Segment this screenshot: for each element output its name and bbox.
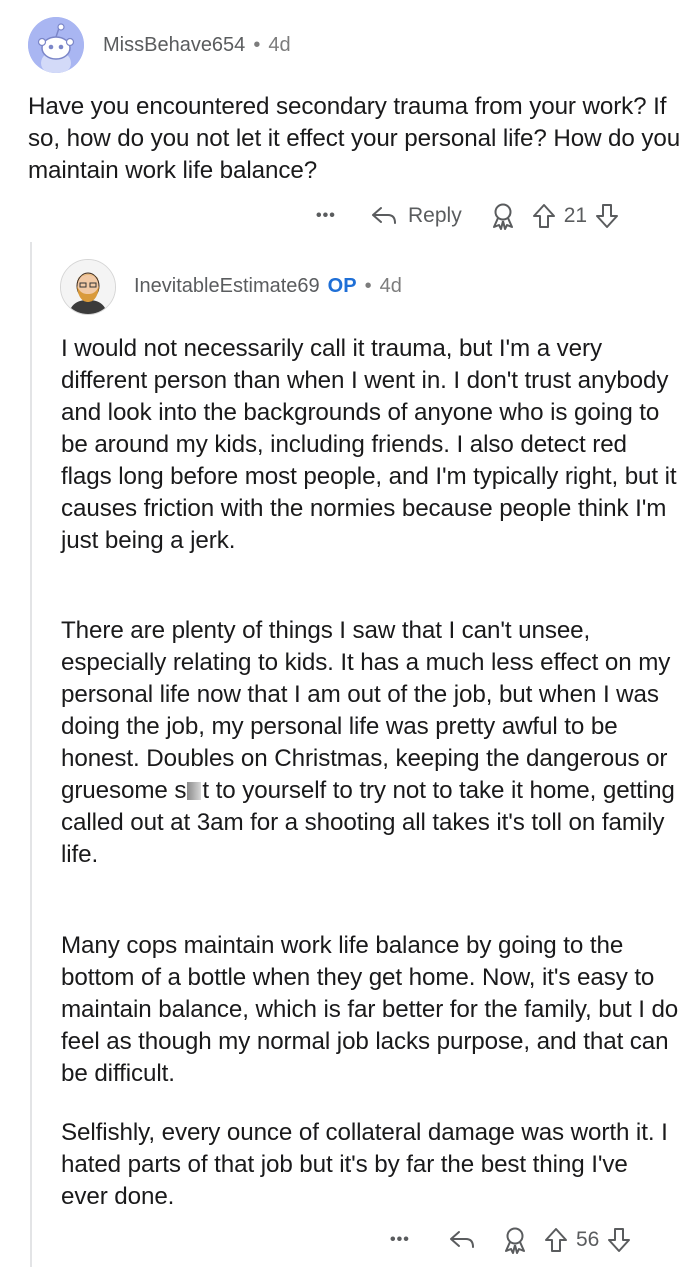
vote-score: 21 <box>563 204 588 227</box>
more-options-button[interactable]: ••• <box>390 1231 430 1249</box>
upvote-button[interactable] <box>532 203 556 229</box>
snoo-avatar-icon <box>28 17 84 73</box>
downvote-arrow-icon <box>608 1228 631 1252</box>
avatar[interactable] <box>28 17 84 73</box>
comment-actions: ••• Reply 21 <box>316 198 676 234</box>
reply-button[interactable] <box>448 1228 476 1252</box>
meta-separator: • <box>253 34 261 56</box>
avatar[interactable] <box>60 259 116 315</box>
reply-arrow-icon <box>372 207 396 224</box>
reply-actions: ••• 56 <box>390 1222 680 1258</box>
reply-label: Reply <box>408 204 462 227</box>
upvote-button[interactable] <box>544 1227 568 1253</box>
reply-paragraph-2: There are plenty of things I saw that I … <box>61 615 679 871</box>
award-button[interactable] <box>502 1226 528 1254</box>
award-icon <box>492 203 513 230</box>
comment-age: 4d <box>268 34 291 56</box>
downvote-arrow-icon <box>596 204 619 228</box>
censored-prefix: s <box>174 777 187 804</box>
award-button[interactable] <box>490 202 516 230</box>
reply-paragraph-3: Many cops maintain work life balance by … <box>61 932 685 1087</box>
censor-blur <box>187 782 202 800</box>
vote-score: 56 <box>576 1228 600 1251</box>
downvote-button[interactable] <box>595 203 619 229</box>
username[interactable]: MissBehave654 <box>103 34 245 57</box>
username[interactable]: InevitableEstimate69 <box>134 275 320 298</box>
censored-word: s <box>174 777 202 804</box>
upvote-arrow-icon <box>545 1228 567 1252</box>
thread-line[interactable] <box>30 242 32 1267</box>
op-badge: OP <box>327 275 357 297</box>
reply-meta: InevitableEstimate69 OP • 4d <box>134 275 402 298</box>
comment-meta: MissBehave654 • 4d <box>103 34 291 57</box>
downvote-button[interactable] <box>607 1227 631 1253</box>
upvote-arrow-icon <box>532 204 555 228</box>
meta-separator: • <box>364 275 372 297</box>
reply-paragraph-4: Selfishly, every ounce of collateral dam… <box>61 1119 675 1210</box>
reply-button[interactable]: Reply <box>370 204 462 228</box>
user-avatar-icon <box>61 260 115 314</box>
comment-body: Have you encountered secondary trauma fr… <box>28 93 687 184</box>
reply-paragraph-2-text: There are plenty of things I saw that I … <box>61 617 677 804</box>
comment-age: 4d <box>379 275 402 297</box>
award-icon <box>505 1227 525 1254</box>
more-options-button[interactable]: ••• <box>316 207 356 225</box>
reply-arrow-icon <box>450 1231 474 1248</box>
reply-paragraph-1: I would not necessarily call it trauma, … <box>61 335 684 554</box>
